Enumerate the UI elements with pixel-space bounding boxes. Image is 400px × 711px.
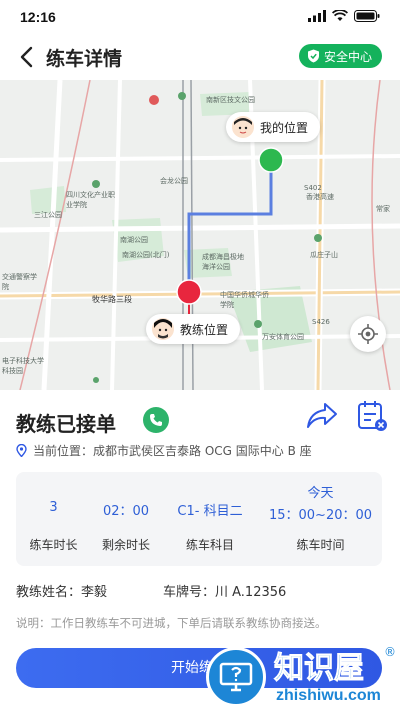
coach-name: 教练姓名：李毅 — [16, 585, 108, 600]
location-pin-icon — [16, 444, 27, 457]
chevron-left-icon — [20, 46, 33, 68]
info-value: C1- 科目二 — [177, 504, 243, 519]
current-location-text: 当前位置：成都市武侯区吉泰路 OCG 国际中心 B 座 — [33, 444, 312, 458]
info-duration: 3 练车时长 — [16, 472, 91, 566]
map-place-label: 成都海昌极地海洋公园 — [202, 253, 244, 271]
locate-button[interactable] — [350, 316, 386, 352]
info-label: 练车时长 — [29, 538, 78, 552]
watermark: 知识屋 ® zhishiwu.com — [200, 641, 400, 711]
map-place-label: 常家 — [376, 205, 390, 213]
watermark-logo — [206, 647, 266, 707]
crosshair-icon — [358, 324, 378, 344]
info-label: 剩余时长 — [101, 538, 150, 552]
info-value-range: 15：00~20：00 — [268, 508, 373, 523]
map-place-label: 南湖公园(北门) — [122, 251, 170, 259]
monitor-question-icon — [219, 662, 253, 692]
cancel-order-button[interactable] — [355, 399, 389, 433]
map-place-label: 交通警察学院 — [2, 273, 37, 291]
info-remaining: 02：00 剩余时长 — [91, 472, 161, 566]
user-avatar — [232, 116, 254, 138]
back-button[interactable] — [14, 44, 40, 70]
map-place-label: 南新区技文公园 — [206, 96, 255, 104]
share-button[interactable] — [305, 401, 339, 431]
info-time: 今天 15：00~20：00 练车时间 — [259, 472, 382, 566]
map-place-label: 会龙公园 — [160, 177, 188, 185]
map-place-label: 四川文化产业职业学院 — [66, 191, 115, 209]
safety-center-button[interactable]: 安全中心 — [298, 44, 382, 68]
plate-number: 车牌号：川 A.12356 — [163, 585, 287, 600]
calendar-cancel-icon — [358, 401, 387, 431]
coach-location-bubble: 教练位置 — [146, 314, 241, 344]
battery-icon — [354, 10, 380, 22]
trip-info-card: 3 练车时长 02：00 剩余时长 C1- 科目二 练车科目 今天 15：00~… — [16, 472, 382, 566]
coach-location-label: 教练位置 — [180, 322, 229, 337]
safety-center-label: 安全中心 — [323, 49, 372, 64]
call-coach-button[interactable] — [143, 407, 169, 433]
page-title: 练车详情 — [46, 48, 123, 70]
watermark-title: 知识屋 — [274, 651, 365, 687]
current-location-row: 当前位置：成都市武侯区吉泰路 OCG 国际中心 B 座 — [16, 442, 312, 459]
signal-icon — [308, 10, 326, 22]
map-place-label: S426 — [312, 318, 330, 326]
coach-avatar — [152, 318, 174, 340]
shield-icon — [307, 49, 319, 63]
info-subject: C1- 科目二 练车科目 — [161, 472, 259, 566]
map-place-label: 电子科技大学科技园 — [2, 357, 44, 375]
my-location-label: 我的位置 — [260, 120, 309, 135]
my-location-bubble: 我的位置 — [226, 112, 321, 142]
phone-icon — [150, 414, 162, 426]
map-view[interactable]: 南新区技文公园 会龙公园 四川文化产业职业学院 三江公园 南湖公园 南湖公园(北… — [0, 80, 400, 390]
map-place-label: 牧华路三段 — [92, 295, 132, 304]
watermark-domain: zhishiwu.com — [276, 687, 381, 704]
map-place-label: 香港高速 — [306, 193, 334, 201]
info-value: 02：00 — [102, 504, 150, 519]
map-place-label: S402 — [304, 184, 322, 192]
info-label: 练车时间 — [296, 538, 345, 552]
info-value-day: 今天 — [307, 486, 334, 501]
map-place-label: 瓜庄子山 — [310, 251, 338, 259]
share-arrow-icon — [307, 403, 337, 428]
watermark-registered: ® — [384, 645, 396, 659]
map-place-label: 中国华侨城华侨学院 — [220, 291, 269, 309]
map-place-label: 三江公园 — [34, 211, 62, 219]
nav-bar: 练车详情 安全中心 — [0, 34, 400, 80]
order-status-title: 教练已接单 — [16, 412, 116, 436]
map-place-label: 南湖公园 — [120, 236, 148, 244]
status-bar: 12:16 — [0, 0, 400, 34]
info-value: 3 — [49, 500, 58, 515]
status-icons — [308, 10, 380, 22]
status-time: 12:16 — [20, 9, 56, 25]
wifi-icon — [332, 10, 348, 21]
note-text: 说明：工作日教练车不可进城，下单后请联系教练协商接送。 — [16, 616, 327, 630]
info-label: 练车科目 — [185, 538, 234, 552]
map-place-label: 万安体育公园 — [262, 333, 304, 341]
